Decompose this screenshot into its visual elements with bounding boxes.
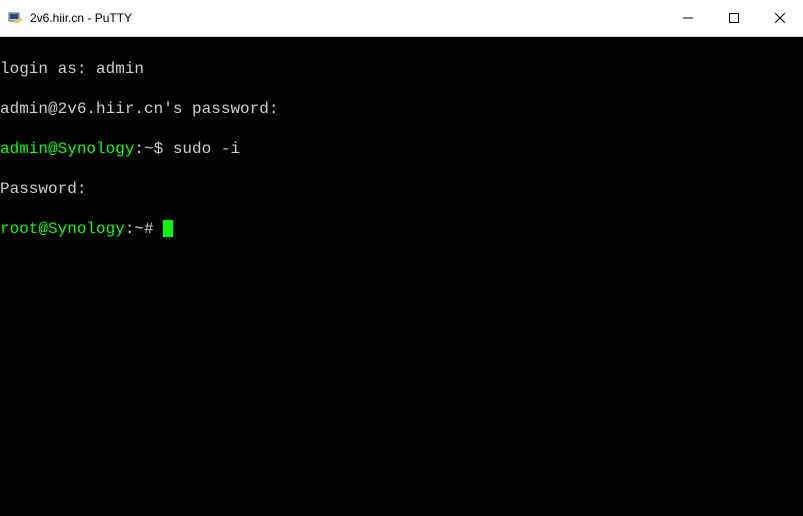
terminal-line: Password: bbox=[0, 179, 803, 199]
terminal-line: root@Synology:~# bbox=[0, 219, 803, 239]
prompt-user-host: root@Synology bbox=[0, 220, 125, 238]
maximize-button[interactable] bbox=[711, 0, 757, 36]
prompt-separator: :~# bbox=[125, 220, 163, 238]
terminal-line: login as: admin bbox=[0, 59, 803, 79]
minimize-button[interactable] bbox=[665, 0, 711, 36]
login-user-input: admin bbox=[96, 60, 144, 78]
login-prompt-label: login as: bbox=[0, 60, 96, 78]
titlebar: 2v6.hiir.cn - PuTTY bbox=[0, 0, 803, 37]
prompt-separator: :~$ bbox=[134, 140, 172, 158]
terminal-area[interactable]: login as: admin admin@2v6.hiir.cn's pass… bbox=[0, 37, 803, 516]
close-button[interactable] bbox=[757, 0, 803, 36]
terminal-line: admin@Synology:~$ sudo -i bbox=[0, 139, 803, 159]
cursor-block-icon bbox=[163, 220, 173, 237]
window-title: 2v6.hiir.cn - PuTTY bbox=[30, 11, 665, 25]
window-controls bbox=[665, 0, 803, 36]
terminal-line: admin@2v6.hiir.cn's password: bbox=[0, 99, 803, 119]
command-text: sudo -i bbox=[173, 140, 240, 158]
putty-icon bbox=[6, 9, 24, 27]
prompt-user-host: admin@Synology bbox=[0, 140, 134, 158]
